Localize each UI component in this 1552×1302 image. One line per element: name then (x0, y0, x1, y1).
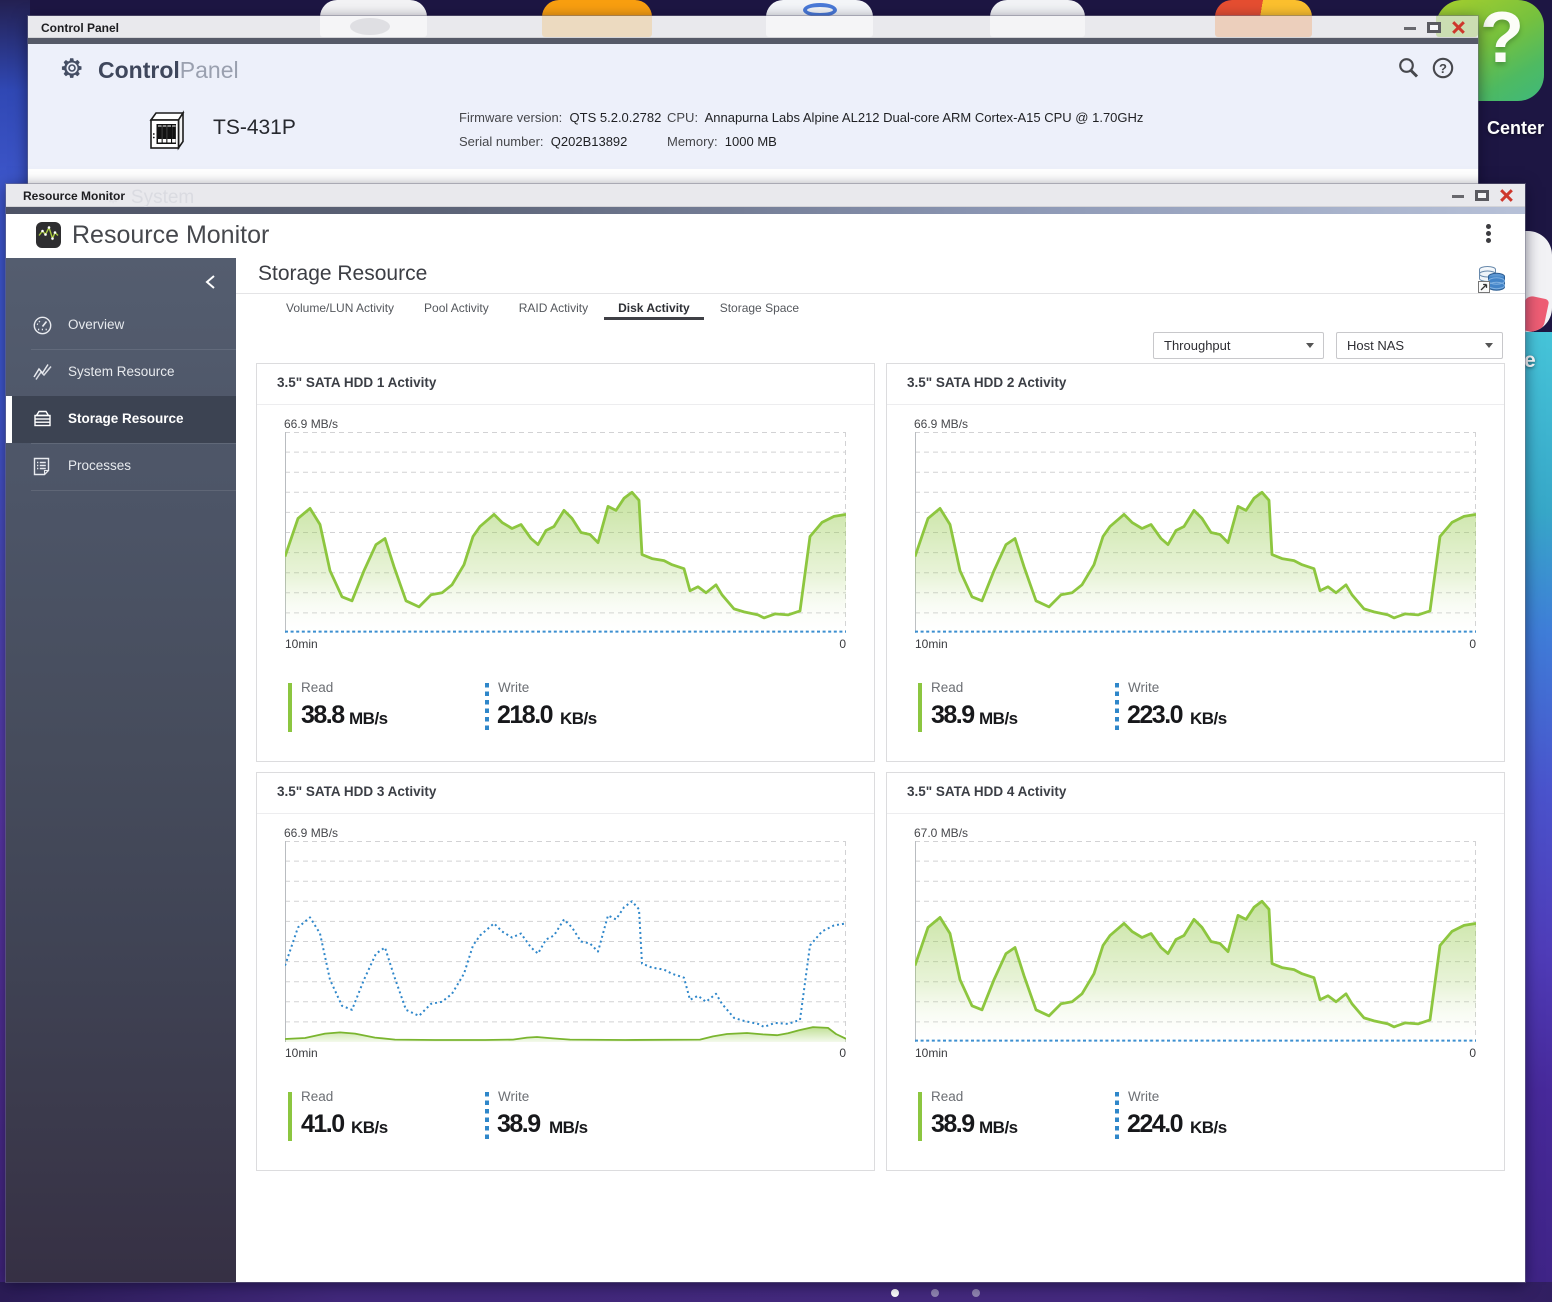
svg-text:?: ? (1439, 61, 1447, 76)
